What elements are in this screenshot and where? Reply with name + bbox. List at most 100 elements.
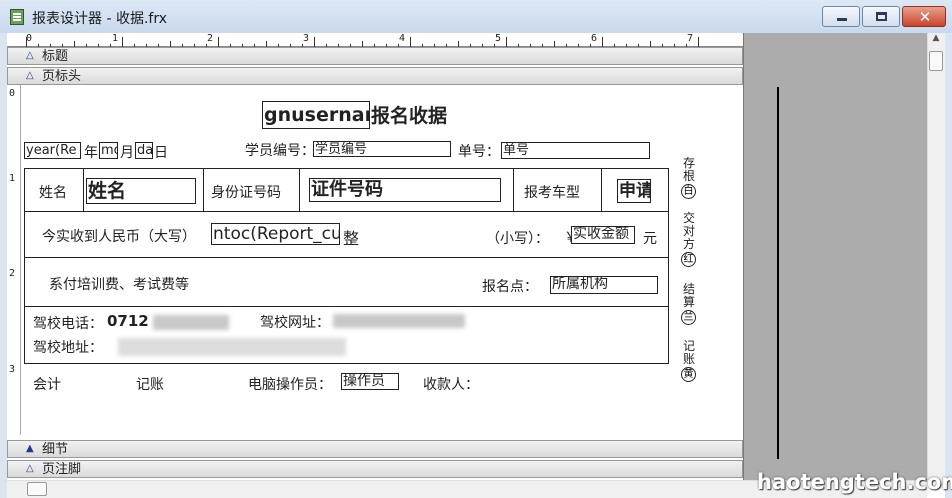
close-icon: ✕ [918, 8, 932, 26]
name-field[interactable]: 姓名 [86, 178, 196, 204]
receipt-no-field[interactable]: 单号 [501, 142, 650, 159]
table-border [299, 168, 300, 211]
ruler-tick [314, 37, 315, 47]
ruler-label: 1 [9, 173, 16, 184]
phone-value: 0712 [107, 312, 149, 330]
table-border [24, 211, 669, 212]
minimize-icon [837, 18, 847, 21]
side-copy-circle: 红 [681, 252, 696, 267]
watermark: haotengtech.com [757, 470, 952, 494]
student-no-label: 学员编号： [245, 143, 315, 159]
side-copy-char: 算 [682, 295, 695, 309]
vertical-ruler: 0 1 2 3 [7, 80, 21, 435]
title-bar[interactable]: 报表设计器 - 收据.frx ✕ [0, 0, 952, 33]
month-field[interactable]: mo [99, 142, 118, 159]
band-label: 细节 [42, 442, 69, 457]
report-canvas: gnusernar 报名收据 year(Re 年 mo 月 da 日 学员编号：… [21, 88, 743, 435]
ruler-label: 2 [207, 33, 214, 44]
table-border [24, 257, 669, 258]
ruler-label: 5 [495, 33, 502, 44]
table-border [203, 168, 204, 211]
ruler-tick [26, 37, 27, 47]
expand-arrow-icon[interactable]: ▲ [26, 443, 34, 454]
band-title[interactable]: △ 标题 [7, 47, 743, 65]
ruler-tick [506, 37, 507, 47]
band-page-header[interactable]: △ 页标头 [7, 67, 743, 85]
received-caps-field[interactable]: ntoc(Report_cu [211, 223, 340, 245]
ruler-tick [122, 37, 123, 47]
day-field[interactable]: da [135, 142, 153, 159]
payee-label: 收款人： [423, 377, 479, 393]
ruler-label: 3 [9, 364, 16, 375]
ruler-tick [698, 37, 699, 47]
side-copy-char: 方 [682, 237, 695, 251]
phone-label: 驾校电话： [33, 316, 103, 332]
band-detail[interactable]: ▲ 细节 [7, 440, 743, 458]
table-border [83, 168, 84, 211]
ruler-label: 3 [303, 33, 310, 44]
ruler-tick [410, 37, 411, 47]
operator-label: 电脑操作员： [248, 377, 332, 393]
table-border [513, 168, 514, 211]
year-field[interactable]: year(Re [24, 142, 81, 159]
collapse-arrow-icon[interactable]: △ [26, 463, 34, 474]
header-name-field[interactable]: gnusernar [262, 101, 370, 129]
fee-description: 系付培训费、考试费等 [49, 277, 189, 293]
band-label: 标题 [42, 49, 69, 64]
website-label: 驾校网址： [260, 315, 330, 331]
car-type-label: 报考车型 [524, 185, 580, 201]
band-page-footer[interactable]: △ 页注脚 [7, 460, 743, 478]
scroll-up-icon[interactable]: ▲ [927, 33, 945, 49]
place-field[interactable]: 所属机构 [550, 276, 658, 294]
id-label: 身份证号码 [211, 185, 281, 201]
minimize-button[interactable] [822, 6, 860, 27]
margin-line [777, 87, 779, 459]
amount-field[interactable]: 实收金额 [571, 226, 635, 244]
side-copy-circle: 白 [681, 184, 696, 199]
receipt-no-label: 单号： [458, 144, 500, 160]
table-border [24, 168, 669, 169]
window-title: 报表设计器 - 收据.frx [32, 11, 167, 27]
ruler-label: 1 [112, 33, 119, 44]
day-label: 日 [154, 145, 168, 161]
horizontal-ruler: 0 1 2 3 4 5 6 7 [7, 33, 743, 47]
month-label: 月 [120, 145, 134, 161]
bookkeeper-label: 记账 [136, 377, 164, 393]
address-label: 驾校地址： [33, 340, 103, 356]
name-label: 姓名 [39, 185, 67, 201]
close-button[interactable]: ✕ [902, 6, 946, 27]
ruler-tick [218, 37, 219, 47]
report-designer-window: 报表设计器 - 收据.frx ✕ 0 1 2 3 4 5 6 7 0 1 2 3… [0, 0, 952, 498]
table-border [601, 168, 602, 211]
collapse-arrow-icon[interactable]: △ [26, 50, 34, 61]
side-copy-circle: 兰 [681, 310, 696, 325]
band-label: 页注脚 [42, 462, 82, 477]
operator-field[interactable]: 操作员 [341, 373, 399, 390]
ruler-label: 7 [687, 33, 694, 44]
horizontal-scroll-thumb[interactable] [27, 482, 47, 496]
table-border [24, 168, 25, 364]
collapse-arrow-icon[interactable]: △ [26, 70, 34, 81]
car-type-field[interactable]: 申请 [617, 179, 651, 203]
redacted-website [333, 314, 465, 328]
maximize-button[interactable] [862, 6, 900, 27]
maximize-icon [876, 12, 887, 21]
received-label: 今实收到人民币（大写） [42, 229, 196, 245]
header-title: 报名收据 [371, 105, 448, 127]
ruler-label: 6 [591, 33, 598, 44]
id-field[interactable]: 证件号码 [309, 178, 501, 202]
ruler-label: 2 [9, 268, 16, 279]
table-border [668, 168, 669, 364]
designer-client-area: 0 1 2 3 4 5 6 7 0 1 2 3 △ 标题 △ 页标头 gnuse… [7, 33, 945, 498]
ruler-tick [602, 37, 603, 47]
received-suffix: 整 [343, 229, 360, 248]
accountant-label: 会计 [33, 377, 61, 393]
vertical-scrollbar[interactable] [927, 33, 945, 480]
vertical-scroll-thumb[interactable] [929, 51, 943, 71]
side-copy-char: 账 [682, 352, 695, 366]
yuan-label: 元 [643, 231, 657, 247]
table-border [24, 363, 669, 364]
small-amount-label: （小写）： [486, 231, 549, 247]
table-border [24, 306, 669, 307]
student-no-field[interactable]: 学员编号 [313, 141, 451, 157]
